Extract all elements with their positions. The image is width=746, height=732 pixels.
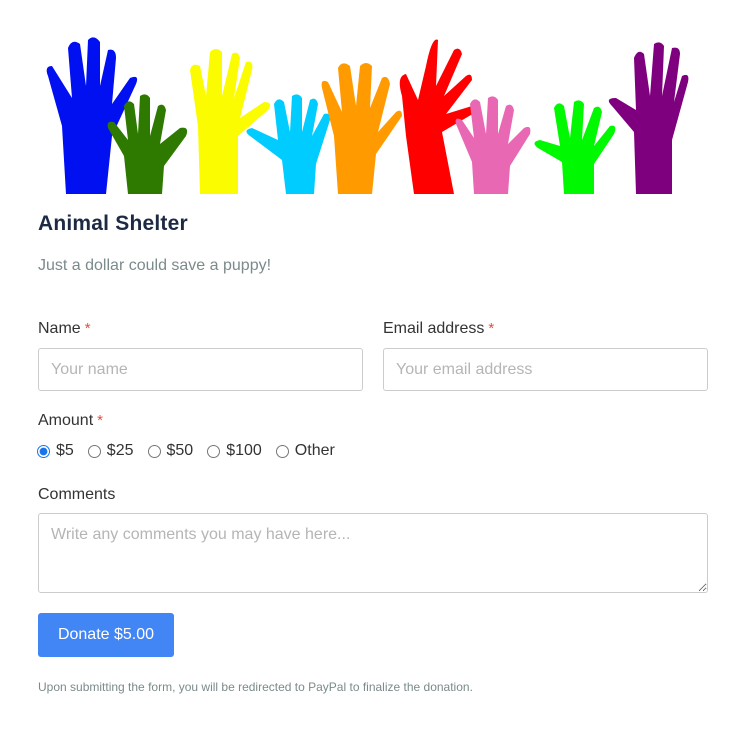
amount-option-100[interactable]: $100 [207,442,262,460]
hand-red [399,39,478,194]
paypal-redirect-note: Upon submitting the form, you will be re… [38,680,473,694]
comments-textarea[interactable] [38,513,708,593]
required-asterisk: * [84,320,91,337]
name-label-text: Name [38,320,81,337]
email-input[interactable] [383,348,708,391]
amount-radio-25[interactable] [87,444,101,458]
amount-option-50[interactable]: $50 [147,442,194,460]
hands-illustration [46,37,689,194]
hand-lime [534,100,616,194]
donate-button[interactable]: Donate $5.00 [38,613,174,657]
hand-purple [608,42,689,194]
required-asterisk: * [488,320,495,337]
amount-radio-other[interactable] [275,444,289,458]
hands-banner-image [42,36,702,194]
page-title: Animal Shelter [38,212,188,235]
amount-option-other[interactable]: Other [275,442,335,460]
amount-radio-100[interactable] [207,444,221,458]
amount-option-label: $50 [166,442,194,459]
amount-radio-5[interactable] [37,444,50,458]
amount-option-label: $100 [226,442,262,459]
hand-yellow [190,49,271,194]
comments-label: Comments [38,486,116,503]
amount-option-label: $5 [56,442,74,459]
hand-orange [321,63,402,194]
amount-option-25[interactable]: $25 [87,442,134,460]
email-label-text: Email address [383,320,485,337]
amount-radio-50[interactable] [147,444,161,458]
page-subtitle: Just a dollar could save a puppy! [38,257,272,274]
amount-radio-group: $5 $25 $50 $100 Other [37,442,349,460]
name-label: Name * [38,320,91,338]
required-asterisk: * [97,412,103,429]
amount-label-text: Amount [38,412,94,429]
email-label: Email address * [383,320,494,338]
amount-option-label: Other [294,442,335,459]
amount-label: Amount * [38,412,103,430]
name-input[interactable] [38,348,363,391]
amount-option-5[interactable]: $5 [37,442,74,460]
hand-blue [46,37,138,194]
amount-option-label: $25 [106,442,134,459]
